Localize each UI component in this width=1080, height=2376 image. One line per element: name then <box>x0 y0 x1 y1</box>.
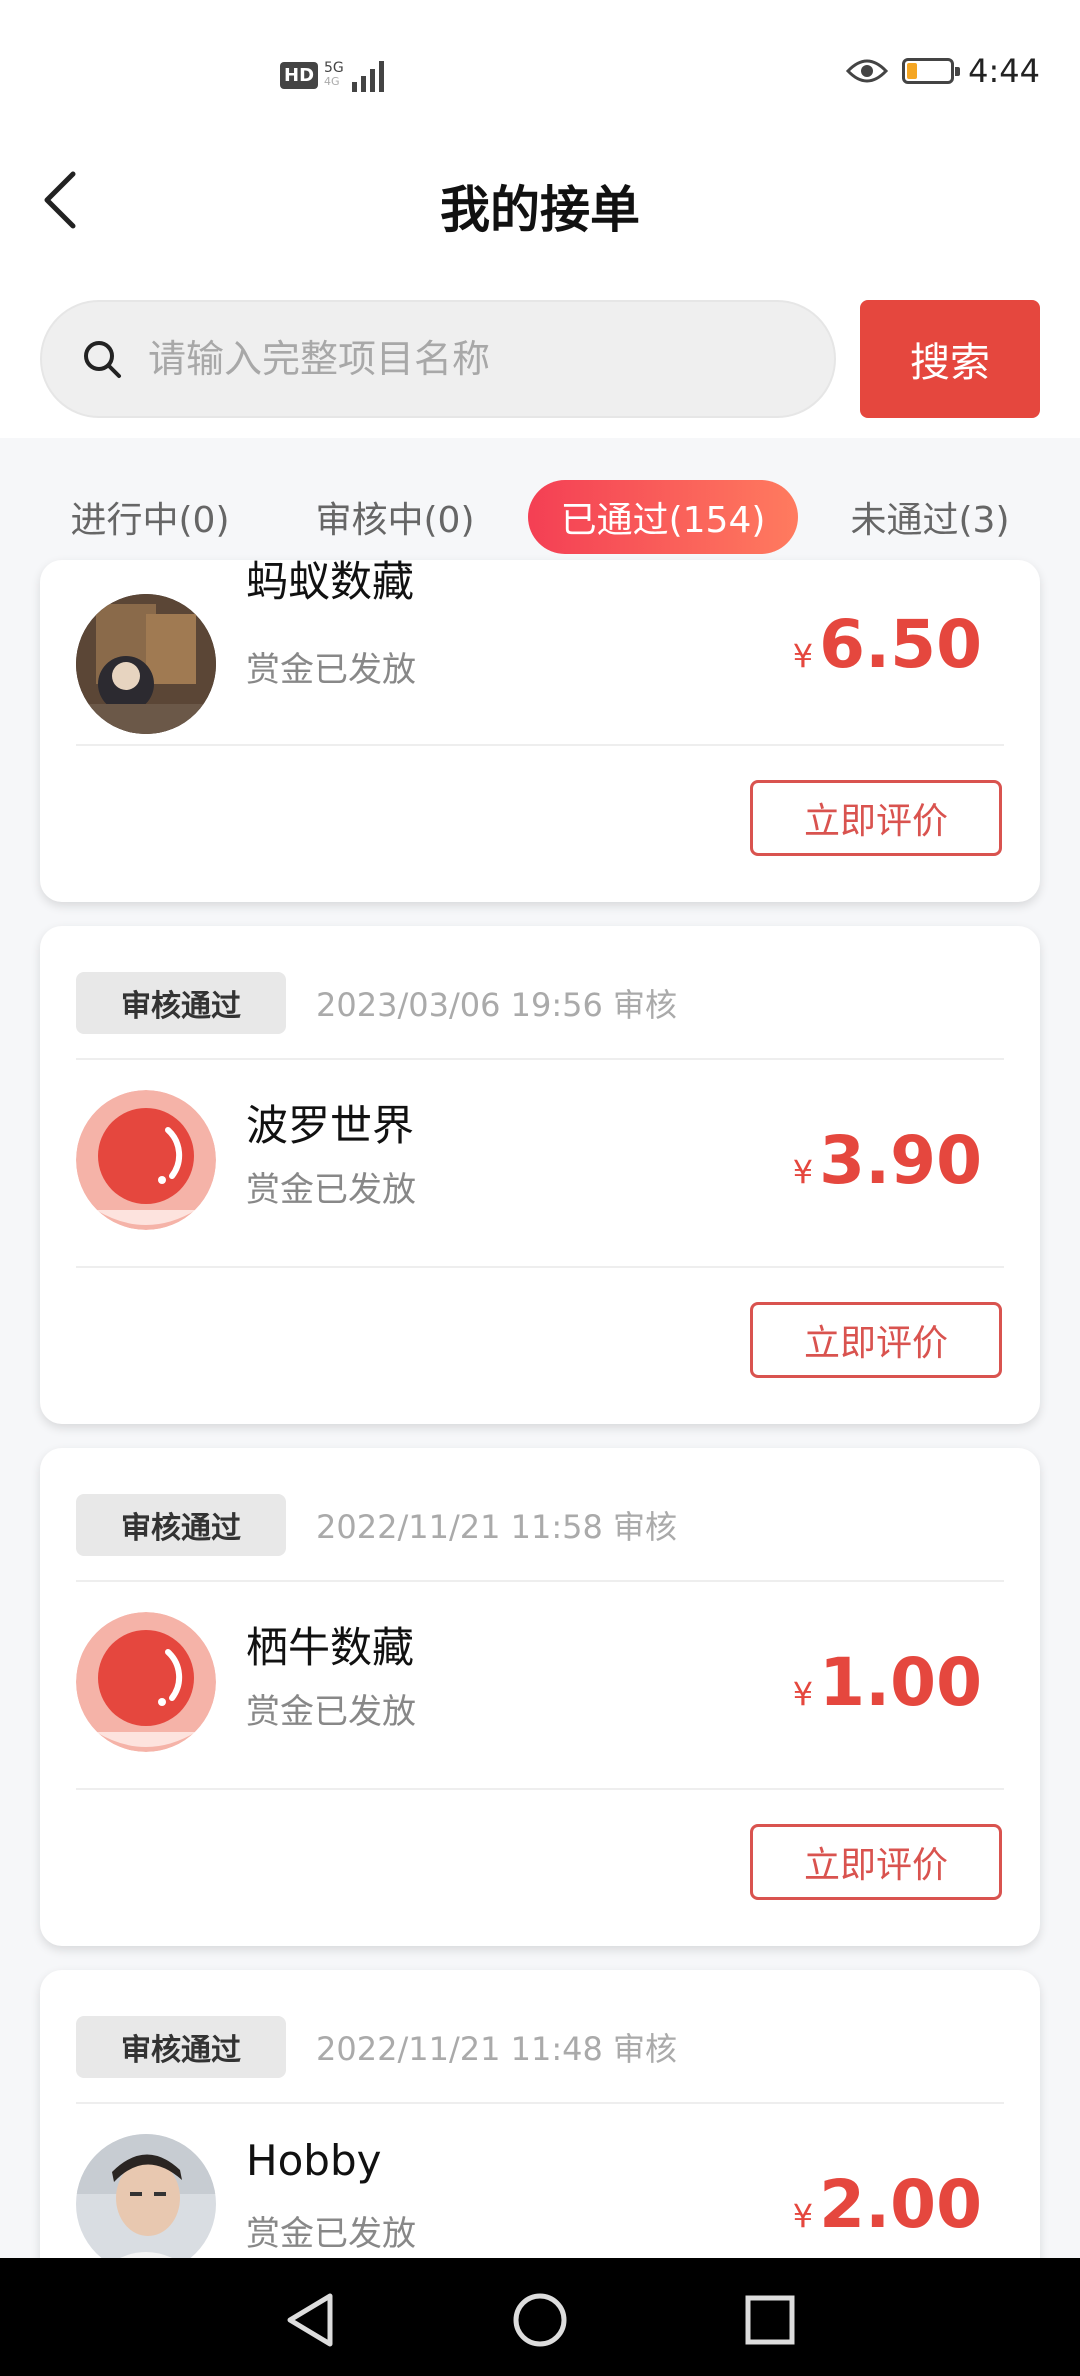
order-card[interactable]: 蚂蚁数藏 赏金已发放 ¥ 6.50 立即评价 <box>40 560 1040 902</box>
reward-status: 赏金已发放 <box>246 2214 416 2254</box>
project-avatar <box>76 1612 216 1752</box>
order-card[interactable]: 审核通过 2022/11/21 11:58 审核 栖牛数藏 赏金已发放 ¥ 1.… <box>40 1448 1040 1946</box>
project-avatar <box>76 594 216 734</box>
currency-symbol: ¥ <box>792 1153 814 1191</box>
search-box[interactable] <box>40 300 836 418</box>
tab-rejected[interactable]: 未通过(3) <box>830 480 1030 554</box>
clock: 4:44 <box>968 52 1040 90</box>
triangle-back-icon <box>287 2293 333 2347</box>
tab-approved[interactable]: 已通过(154) <box>528 480 798 554</box>
eye-icon <box>846 59 889 83</box>
divider <box>76 1266 1004 1268</box>
card-header: 审核通过 2022/11/21 11:48 审核 <box>76 2016 1004 2078</box>
rate-now-button[interactable]: 立即评价 <box>750 780 1002 856</box>
divider <box>76 2102 1004 2104</box>
currency-symbol: ¥ <box>792 2197 814 2235</box>
page-title: 我的接单 <box>440 181 640 239</box>
search-input[interactable] <box>146 336 750 382</box>
amount-value: 2.00 <box>819 2166 982 2243</box>
amount-value: 3.90 <box>819 1122 982 1199</box>
square-recents-icon <box>745 2295 795 2345</box>
status-bar: HD 5G 4G 4:44 <box>0 0 1080 150</box>
reward-amount: ¥ 3.90 <box>793 1122 982 1199</box>
signal-icon <box>351 61 384 92</box>
nav-back-button[interactable] <box>270 2280 350 2360</box>
reward-status: 赏金已发放 <box>246 1170 416 1210</box>
header: 我的接单 <box>0 150 1080 280</box>
divider <box>76 1788 1004 1790</box>
circle-home-icon <box>513 2293 567 2347</box>
review-time: 2023/03/06 19:56 审核 <box>316 986 678 1024</box>
rate-now-button[interactable]: 立即评价 <box>750 1824 1002 1900</box>
project-avatar <box>76 1090 216 1230</box>
rate-now-button[interactable]: 立即评价 <box>750 1302 1002 1378</box>
status-badge: 审核通过 <box>76 2016 286 2078</box>
status-right: 4:44 <box>846 52 1040 90</box>
battery-icon <box>902 58 961 84</box>
review-time: 2022/11/21 11:48 审核 <box>316 2030 678 2068</box>
project-name: 栖牛数藏 <box>246 1623 415 1672</box>
project-name: Hobby <box>246 2136 382 2185</box>
nav-home-button[interactable] <box>500 2280 580 2360</box>
network-4g-label: 4G <box>324 75 340 88</box>
status-badge: 审核通过 <box>76 1494 286 1556</box>
network-indicator: 5G 4G <box>324 61 344 89</box>
amount-value: 1.00 <box>819 1644 982 1721</box>
review-time: 2022/11/21 11:58 审核 <box>316 1508 678 1546</box>
status-badge: 审核通过 <box>76 972 286 1034</box>
currency-symbol: ¥ <box>792 637 814 675</box>
tab-under-review[interactable]: 审核中(0) <box>290 480 500 554</box>
reward-amount: ¥ 6.50 <box>793 606 982 683</box>
status-left: HD 5G 4G <box>280 58 390 92</box>
reward-status: 赏金已发放 <box>246 1692 416 1732</box>
divider <box>76 744 1004 746</box>
reward-amount: ¥ 1.00 <box>793 1644 982 1721</box>
reward-status: 赏金已发放 <box>246 650 416 690</box>
network-5g-label: 5G <box>324 60 344 76</box>
search-icon <box>80 337 124 381</box>
search-bar: 搜索 <box>0 280 1080 438</box>
user-avatar <box>76 2134 216 2274</box>
hd-icon: HD <box>280 61 319 89</box>
amount-value: 6.50 <box>819 606 982 683</box>
order-card[interactable]: 审核通过 2023/03/06 19:56 审核 波罗世界 赏金已发放 ¥ 3.… <box>40 926 1040 1424</box>
nav-recents-button[interactable] <box>730 2280 810 2360</box>
currency-symbol: ¥ <box>792 1675 814 1713</box>
card-header: 审核通过 2022/11/21 11:58 审核 <box>76 1494 1004 1556</box>
card-header: 审核通过 2023/03/06 19:56 审核 <box>76 972 1004 1034</box>
project-name: 波罗世界 <box>246 1101 415 1150</box>
system-nav-bar <box>0 2258 1080 2376</box>
project-name: 蚂蚁数藏 <box>246 560 415 606</box>
search-button[interactable]: 搜索 <box>860 300 1040 418</box>
tab-in-progress[interactable]: 进行中(0) <box>40 480 260 554</box>
divider <box>76 1580 1004 1582</box>
reward-amount: ¥ 2.00 <box>793 2166 982 2243</box>
divider <box>76 1058 1004 1060</box>
